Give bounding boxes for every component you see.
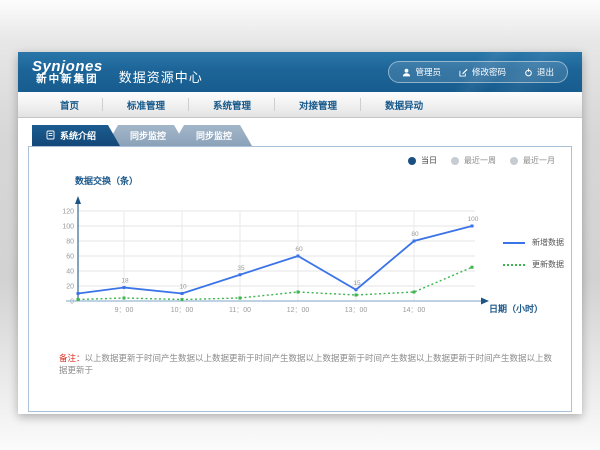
tab-label: 系统介绍 <box>60 129 96 142</box>
change-password-label: 修改密码 <box>472 66 506 78</box>
radio-label: 最近一月 <box>523 155 555 166</box>
tab-label: 同步监控 <box>130 129 166 142</box>
svg-text:0: 0 <box>70 299 74 306</box>
current-user-label: 管理员 <box>415 66 441 78</box>
svg-text:60: 60 <box>66 254 74 261</box>
logo-company-name: 新中新集团 <box>32 74 103 85</box>
svg-text:80: 80 <box>66 239 74 246</box>
radio-last-week[interactable]: 最近一周 <box>451 155 496 166</box>
current-user-button[interactable]: 管理员 <box>393 65 450 79</box>
svg-text:12：00: 12：00 <box>287 307 310 314</box>
edit-icon <box>459 68 468 77</box>
svg-text:10：00: 10：00 <box>171 307 194 314</box>
user-toolbar: 管理员 修改密码 退出 <box>388 61 568 83</box>
y-axis-title: 数据交换（条） <box>75 174 138 187</box>
page-title: 数据资源中心 <box>119 67 203 86</box>
solid-line-icon <box>503 242 525 244</box>
radio-dot-icon <box>408 157 416 165</box>
footnote: 备注：以上数据更新于时间产生数据以上数据更新于时间产生数据以上数据更新于时间产生… <box>59 352 559 376</box>
logout-label: 退出 <box>537 66 554 78</box>
chart-legend: 新增数据 更新数据 <box>503 237 564 270</box>
nav-item-standard-mgmt[interactable]: 标准管理 <box>103 92 189 117</box>
power-icon <box>524 68 533 77</box>
legend-label: 更新数据 <box>532 259 564 270</box>
tab-bar: 系统介绍 同步监控 同步监控 <box>32 125 252 146</box>
logo-brand-text: Synjones <box>32 59 103 75</box>
svg-text:40: 40 <box>66 269 74 276</box>
change-password-button[interactable]: 修改密码 <box>450 65 515 79</box>
svg-text:100: 100 <box>62 224 74 231</box>
radio-dot-icon <box>510 157 518 165</box>
x-axis-title: 日期（小时） <box>489 302 543 315</box>
content-panel: 当日 最近一周 最近一月 数据交换（条） 0 20 40 60 80 100 120 9：00… <box>28 146 572 412</box>
svg-text:10: 10 <box>179 284 187 291</box>
tab-system-intro[interactable]: 系统介绍 <box>32 125 120 146</box>
footnote-text: 以上数据更新于时间产生数据以上数据更新于时间产生数据以上数据更新于时间产生数据以… <box>59 353 552 375</box>
radio-today[interactable]: 当日 <box>408 155 437 166</box>
nav-item-data-change[interactable]: 数据异动 <box>361 92 447 117</box>
footnote-prefix: 备注： <box>59 353 85 363</box>
dotted-line-icon <box>503 264 525 266</box>
radio-label: 最近一周 <box>464 155 496 166</box>
legend-item-new-data: 新增数据 <box>503 237 564 248</box>
svg-text:18: 18 <box>121 278 129 285</box>
tab-label: 同步监控 <box>196 129 232 142</box>
svg-text:20: 20 <box>66 284 74 291</box>
svg-text:60: 60 <box>295 246 303 253</box>
main-nav: 首页 标准管理 系统管理 对接管理 数据异动 <box>18 92 582 118</box>
company-logo: Synjones 新中新集团 <box>32 59 103 86</box>
svg-text:13：00: 13：00 <box>345 307 368 314</box>
nav-item-system-mgmt[interactable]: 系统管理 <box>189 92 275 117</box>
line-chart: 0 20 40 60 80 100 120 9：00 10：00 11：00 12：00 13：00 1… <box>53 189 493 323</box>
main-window: Synjones 新中新集团 数据资源中心 管理员 修改密码 退出 <box>18 52 582 414</box>
document-icon <box>46 130 55 142</box>
svg-text:35: 35 <box>237 265 245 272</box>
svg-text:9：00: 9：00 <box>115 307 134 314</box>
svg-text:11：00: 11：00 <box>229 307 251 314</box>
nav-item-interface-mgmt[interactable]: 对接管理 <box>275 92 361 117</box>
time-range-filter: 当日 最近一周 最近一月 <box>408 155 555 166</box>
user-icon <box>402 68 411 77</box>
legend-label: 新增数据 <box>532 237 564 248</box>
logout-button[interactable]: 退出 <box>515 65 563 79</box>
svg-text:14：00: 14：00 <box>403 307 426 314</box>
radio-last-month[interactable]: 最近一月 <box>510 155 555 166</box>
radio-dot-icon <box>451 157 459 165</box>
nav-item-home[interactable]: 首页 <box>36 92 103 117</box>
app-header: Synjones 新中新集团 数据资源中心 管理员 修改密码 退出 <box>18 52 582 92</box>
svg-text:100: 100 <box>468 216 479 223</box>
radio-label: 当日 <box>421 155 437 166</box>
svg-text:80: 80 <box>411 231 419 238</box>
legend-item-updated-data: 更新数据 <box>503 259 564 270</box>
svg-text:15: 15 <box>353 280 361 287</box>
svg-text:120: 120 <box>62 209 74 216</box>
